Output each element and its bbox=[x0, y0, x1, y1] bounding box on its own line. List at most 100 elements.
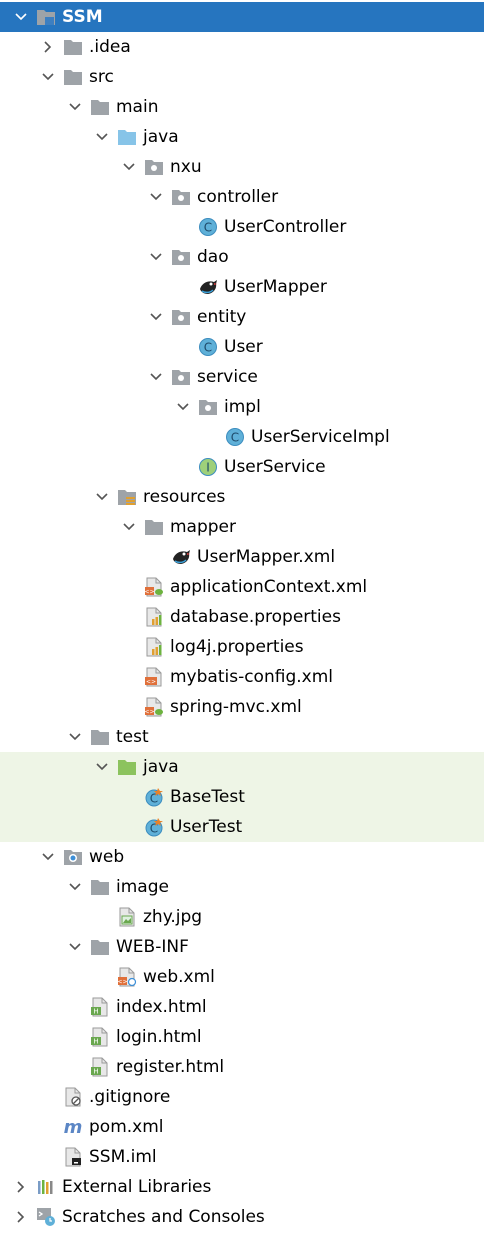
spring-xml-icon: <> bbox=[144, 697, 164, 717]
svg-text:<>: <> bbox=[144, 589, 154, 596]
tree-row[interactable]: nxu bbox=[0, 152, 484, 182]
tree-row[interactable]: I UserService bbox=[0, 452, 484, 482]
web-folder-icon bbox=[63, 847, 83, 867]
tree-row[interactable]: SSM bbox=[0, 2, 484, 32]
tree-row[interactable]: src bbox=[0, 62, 484, 92]
tree-row[interactable]: <> spring-mvc.xml bbox=[0, 692, 484, 722]
tree-row[interactable]: java bbox=[0, 122, 484, 152]
tree-row[interactable]: SSM.iml bbox=[0, 1142, 484, 1172]
tree-row[interactable]: UserMapper bbox=[0, 272, 484, 302]
chevron-down-icon[interactable] bbox=[91, 486, 113, 508]
tree-item-label: nxu bbox=[170, 157, 202, 177]
chevron-down-icon[interactable] bbox=[37, 846, 59, 868]
chevron-down-icon[interactable] bbox=[145, 366, 167, 388]
tree-row[interactable]: mapper bbox=[0, 512, 484, 542]
tree-row[interactable]: controller bbox=[0, 182, 484, 212]
tree-item-label: impl bbox=[224, 397, 261, 417]
tree-item-label: register.html bbox=[116, 1057, 225, 1077]
chevron-down-icon[interactable] bbox=[118, 156, 140, 178]
chevron-down-icon[interactable] bbox=[64, 96, 86, 118]
tree-item-label: UserMapper.xml bbox=[197, 547, 336, 567]
tree-row[interactable]: Scratches and Consoles bbox=[0, 1202, 484, 1232]
tree-item-label: zhy.jpg bbox=[143, 907, 203, 927]
tree-row[interactable]: Hlogin.html bbox=[0, 1022, 484, 1052]
chevron-down-icon[interactable] bbox=[145, 186, 167, 208]
tree-row[interactable]: C UserTest bbox=[0, 812, 484, 842]
folder-icon bbox=[90, 937, 110, 957]
tree-row[interactable]: External Libraries bbox=[0, 1172, 484, 1202]
tree-row[interactable]: Hindex.html bbox=[0, 992, 484, 1022]
tree-item-label: mapper bbox=[170, 517, 237, 537]
tree-row[interactable]: <> mybatis-config.xml bbox=[0, 662, 484, 692]
tree-row[interactable]: dao bbox=[0, 242, 484, 272]
chevron-down-icon[interactable] bbox=[145, 306, 167, 328]
tree-item-label: image bbox=[116, 877, 169, 897]
chevron-right-icon[interactable] bbox=[10, 1206, 32, 1228]
tree-row[interactable]: C User bbox=[0, 332, 484, 362]
tree-row[interactable]: .gitignore bbox=[0, 1082, 484, 1112]
tree-row[interactable]: UserMapper.xml bbox=[0, 542, 484, 572]
tree-row[interactable]: zhy.jpg bbox=[0, 902, 484, 932]
tree-row[interactable]: C UserController bbox=[0, 212, 484, 242]
tree-row[interactable]: log4j.properties bbox=[0, 632, 484, 662]
chevron-down-icon[interactable] bbox=[91, 756, 113, 778]
tree-row[interactable]: impl bbox=[0, 392, 484, 422]
iml-file-icon bbox=[63, 1147, 83, 1167]
tree-row[interactable]: java bbox=[0, 752, 484, 782]
tree-item-label: web bbox=[89, 847, 125, 867]
web-xml-icon: <> bbox=[117, 967, 137, 987]
tree-row[interactable]: <> applicationContext.xml bbox=[0, 572, 484, 602]
properties-icon bbox=[144, 607, 164, 627]
chevron-down-icon[interactable] bbox=[145, 246, 167, 268]
tree-row[interactable]: C BaseTest bbox=[0, 782, 484, 812]
tree-item-label: index.html bbox=[116, 997, 207, 1017]
source-root-folder-icon bbox=[117, 127, 137, 147]
libraries-icon bbox=[36, 1177, 56, 1197]
chevron-down-icon[interactable] bbox=[64, 726, 86, 748]
tree-item-label: src bbox=[89, 67, 114, 87]
tree-row[interactable]: test bbox=[0, 722, 484, 752]
chevron-right-icon[interactable] bbox=[10, 1176, 32, 1198]
tree-row[interactable]: entity bbox=[0, 302, 484, 332]
svg-text:H: H bbox=[93, 1038, 98, 1046]
chevron-down-icon[interactable] bbox=[172, 396, 194, 418]
svg-text:H: H bbox=[93, 1068, 98, 1076]
chevron-down-icon[interactable] bbox=[91, 126, 113, 148]
svg-text:<>: <> bbox=[117, 979, 127, 986]
class-icon: C bbox=[225, 427, 245, 447]
tree-item-label: login.html bbox=[116, 1027, 202, 1047]
chevron-down-icon[interactable] bbox=[10, 6, 32, 28]
tree-item-label: UserServiceImpl bbox=[251, 427, 390, 447]
chevron-down-icon[interactable] bbox=[64, 876, 86, 898]
tree-row[interactable]: Hregister.html bbox=[0, 1052, 484, 1082]
tree-row[interactable]: .idea bbox=[0, 32, 484, 62]
tree-row[interactable]: C UserServiceImpl bbox=[0, 422, 484, 452]
tree-item-label: main bbox=[116, 97, 159, 117]
tree-item-label: spring-mvc.xml bbox=[170, 697, 302, 717]
properties-icon bbox=[144, 637, 164, 657]
tree-item-label: entity bbox=[197, 307, 247, 327]
html-file-icon: H bbox=[90, 1027, 110, 1047]
tree-item-label: web.xml bbox=[143, 967, 215, 987]
tree-row[interactable]: image bbox=[0, 872, 484, 902]
tree-row[interactable]: main bbox=[0, 92, 484, 122]
test-root-folder-icon bbox=[117, 757, 137, 777]
chevron-down-icon[interactable] bbox=[64, 936, 86, 958]
tree-row[interactable]: database.properties bbox=[0, 602, 484, 632]
scratches-icon bbox=[36, 1207, 56, 1227]
tree-item-label: .gitignore bbox=[89, 1087, 171, 1107]
tree-row[interactable]: m pom.xml bbox=[0, 1112, 484, 1142]
chevron-down-icon[interactable] bbox=[118, 516, 140, 538]
chevron-down-icon[interactable] bbox=[37, 66, 59, 88]
tree-row[interactable]: <> web.xml bbox=[0, 962, 484, 992]
tree-item-label: test bbox=[116, 727, 149, 747]
tree-row[interactable]: web bbox=[0, 842, 484, 872]
tree-row[interactable]: resources bbox=[0, 482, 484, 512]
svg-text:C: C bbox=[231, 431, 239, 445]
chevron-right-icon[interactable] bbox=[37, 36, 59, 58]
tree-item-label: User bbox=[224, 337, 263, 357]
tree-item-label: service bbox=[197, 367, 258, 387]
tree-row[interactable]: WEB-INF bbox=[0, 932, 484, 962]
tree-row[interactable]: service bbox=[0, 362, 484, 392]
test-class-icon: C bbox=[144, 787, 164, 807]
